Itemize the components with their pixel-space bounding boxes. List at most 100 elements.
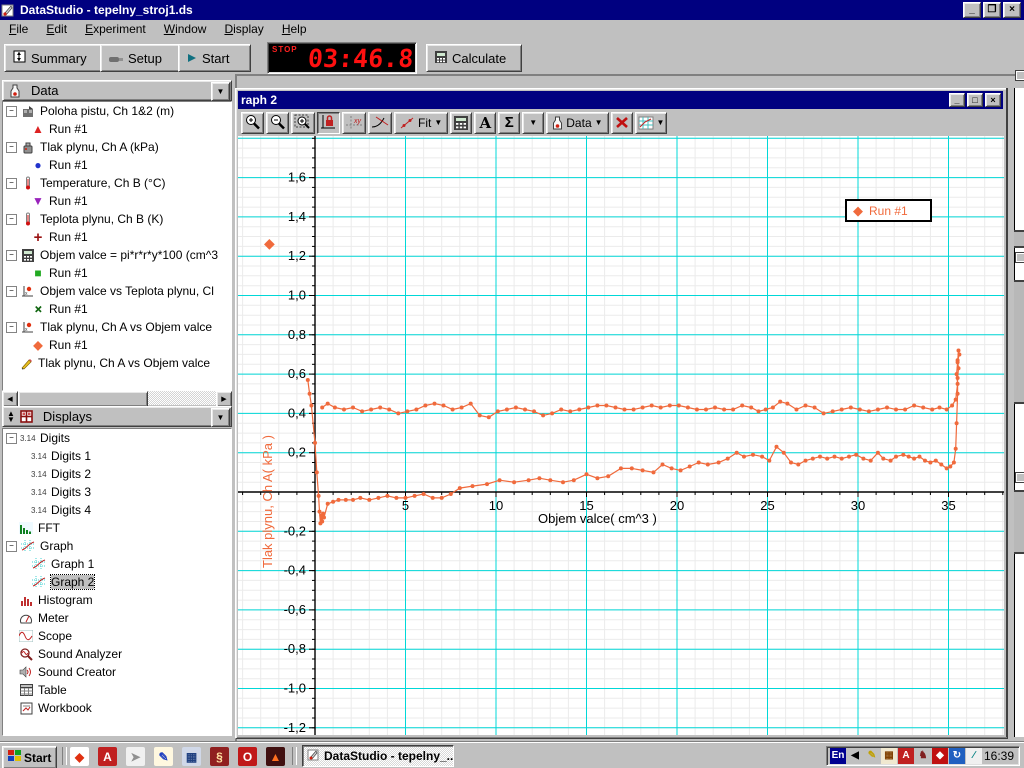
statistics-button[interactable]: Σ [498,112,520,134]
graph-minimize-button[interactable]: _ [949,93,965,107]
display-item[interactable]: Table [3,681,231,699]
collapse-box[interactable]: − [6,541,17,552]
quick-launch-calculator-icon[interactable]: ▦ [182,747,201,766]
start-menu-button[interactable]: Start [2,746,57,768]
display-subitem[interactable]: Graph 1 [3,555,231,573]
data-item[interactable]: − Temperature, Ch B (°C) [3,174,231,192]
menu-experiment[interactable]: Experiment [76,21,155,37]
quick-launch-flame-icon[interactable]: ▲ [266,747,285,766]
calculator-button[interactable] [450,112,472,134]
run-item[interactable]: ▲ Run #1 [3,120,231,138]
display-subitem[interactable]: 3.14 Digits 3 [3,483,231,501]
scroll-right-button[interactable]: ▶ [216,391,232,407]
minimize-button[interactable]: _ [963,2,981,18]
slope-tool-button[interactable] [368,112,392,134]
zoom-in-button[interactable] [241,112,264,134]
quick-launch-acrobat-icon[interactable]: A [98,747,117,766]
scroll-left-button[interactable]: ◀ [2,391,18,407]
tray-volume-icon[interactable]: ◀ [847,748,863,764]
data-item[interactable]: − Objem valce = pi*r*r*y*100 (cm^3 [3,246,231,264]
fit-menu-button[interactable]: Fit▼ [394,112,448,134]
scroll-track[interactable] [148,391,216,405]
tray-diamond-icon[interactable]: ◆ [932,748,948,764]
data-item[interactable]: −x Tlak plynu, Ch A vs Objem valce [3,318,231,336]
collapse-box[interactable]: − [6,214,17,225]
tray-agent-icon[interactable]: ♞ [915,748,931,764]
zoom-select-button[interactable] [291,112,315,134]
collapse-box[interactable]: − [6,433,17,444]
scroll-thumb[interactable] [18,391,148,407]
collapse-box[interactable]: − [6,286,17,297]
plot-area[interactable]: 5101520253035-1,2-1,0-0,8-0,6-0,4-0,20,2… [238,136,1004,735]
display-item[interactable]: Histogram [3,591,231,609]
menu-file[interactable]: File [0,21,37,37]
text-annotation-button[interactable]: A [474,112,496,134]
setup-button[interactable]: Setup [100,44,184,72]
run-item[interactable]: + Run #1 [3,228,231,246]
tray-sync-icon[interactable]: ↻ [949,748,965,764]
start-button-toolbar[interactable]: Start [178,44,251,72]
data-item[interactable]: Tlak plynu, Ch A vs Objem valce [3,354,231,372]
display-item[interactable]: Sound Creator [3,663,231,681]
run-item[interactable]: ■ Run #1 [3,264,231,282]
collapse-box[interactable]: − [6,178,17,189]
delete-button[interactable] [611,112,633,134]
restore-button[interactable]: ❐ [983,2,1001,18]
taskbar-clock[interactable]: 16:39 [984,749,1014,763]
data-item[interactable]: − Poloha pistu, Ch 1&2 (m) [3,102,231,120]
taskbar-datastudio-button[interactable]: DataStudio - tepelny_... [302,745,454,767]
data-item[interactable]: −x Objem valce vs Teplota plynu, Cl [3,282,231,300]
panel-splitter-icon[interactable]: ▲▼ [7,411,15,422]
legend[interactable]: ◆ Run #1 [845,199,932,222]
displays-panel-menu-button[interactable]: ▼ [211,408,230,427]
data-tree-hscrollbar[interactable]: ◀ ▶ [2,391,232,405]
smart-tool-button[interactable]: xy [342,112,366,134]
menu-window[interactable]: Window [155,21,216,37]
calculate-button[interactable]: Calculate [426,44,522,72]
menu-display[interactable]: Display [215,21,272,37]
display-item[interactable]: −3.14 Digits [3,429,231,447]
graph-close-button[interactable]: × [985,93,1001,107]
settings-menu-button[interactable]: ▼ [635,112,668,134]
quick-launch-paint-icon[interactable]: ✎ [154,747,173,766]
display-item[interactable]: FFT [3,519,231,537]
close-button[interactable]: × [1003,2,1021,18]
display-subitem[interactable]: 3.14 Digits 2 [3,465,231,483]
data-menu-button[interactable]: Data▼ [546,112,608,134]
menu-edit[interactable]: Edit [37,21,76,37]
display-item[interactable]: Meter [3,609,231,627]
display-subitem[interactable]: Graph 2 [3,573,231,591]
tray-line-tool-icon[interactable]: ∕ [966,748,982,764]
quick-launch-dragon-icon[interactable]: § [210,747,229,766]
scale-to-fit-button[interactable] [317,112,340,134]
display-item[interactable]: Scope [3,627,231,645]
tray-scheduler-icon[interactable]: ▦ [881,748,897,764]
run-item[interactable]: ▼ Run #1 [3,192,231,210]
quick-launch-opera-icon[interactable]: O [238,747,257,766]
run-item[interactable]: + Run #1 [3,300,231,318]
collapse-box[interactable]: − [6,106,17,117]
menu-help[interactable]: Help [273,21,316,37]
graph-window-titlebar[interactable]: raph 2 _ □ × [238,91,1003,109]
display-subitem[interactable]: 3.14 Digits 4 [3,501,231,519]
statistics-menu-button[interactable]: ▼ [522,112,544,134]
data-item[interactable]: − Tlak plynu, Ch A (kPa) [3,138,231,156]
data-item[interactable]: − Teplota plynu, Ch B (K) [3,210,231,228]
tray-ati-icon[interactable]: A [898,748,914,764]
tray-keyboard-layout-icon[interactable]: En [830,748,846,764]
display-subitem[interactable]: 3.14 Digits 1 [3,447,231,465]
zoom-out-button[interactable] [266,112,289,134]
collapse-box[interactable]: − [6,250,17,261]
graph-maximize-button[interactable]: □ [967,93,983,107]
display-item[interactable]: Sound Analyzer [3,645,231,663]
tray-pen-yellow-icon[interactable]: ✎ [864,748,880,764]
collapse-box[interactable]: − [6,322,17,333]
display-item[interactable]: − Graph [3,537,231,555]
summary-button[interactable]: Summary [4,44,109,72]
run-item[interactable]: ◆ Run #1 [3,336,231,354]
data-panel-menu-button[interactable]: ▼ [211,82,230,101]
run-item[interactable]: ● Run #1 [3,156,231,174]
quick-launch-bird-icon[interactable]: ➤ [126,747,145,766]
display-item[interactable]: Workbook [3,699,231,717]
collapse-box[interactable]: − [6,142,17,153]
